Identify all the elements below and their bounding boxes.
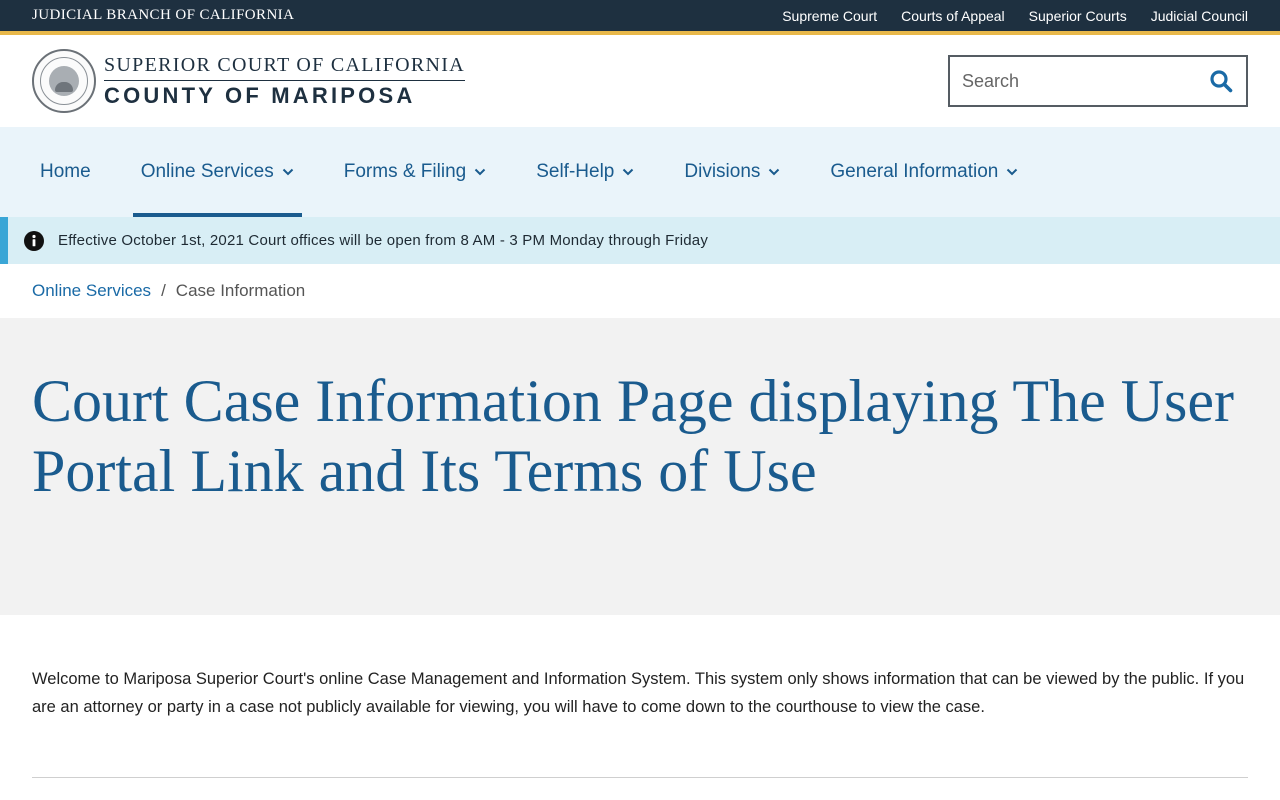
nav-item-divisions[interactable]: Divisions [676,127,788,217]
chevron-down-icon [622,168,634,176]
site-header: SUPERIOR COURT OF CALIFORNIA COUNTY OF M… [0,35,1280,127]
nav-item-label: Forms & Filing [343,161,467,182]
court-logo[interactable]: SUPERIOR COURT OF CALIFORNIA COUNTY OF M… [32,49,465,113]
utility-link-judicial-council[interactable]: Judicial Council [1151,8,1248,24]
search-box [948,55,1248,107]
nav-item-general-information[interactable]: General Information [822,127,1026,217]
utility-links: Supreme Court Courts of Appeal Superior … [782,8,1248,24]
nav-item-label: Self-Help [536,161,615,182]
nav-item-home[interactable]: Home [32,127,99,217]
breadcrumb-separator: / [161,281,166,300]
chevron-down-icon [282,168,294,176]
nav-item-label: Online Services [140,161,274,182]
utility-link-supreme-court[interactable]: Supreme Court [782,8,877,24]
alert-banner: Effective October 1st, 2021 Court office… [0,217,1280,264]
judicial-branch-label: JUDICIAL BRANCH OF CALIFORNIA [32,7,295,23]
nav-item-label: Home [40,161,91,182]
logo-line-county: COUNTY OF MARIPOSA [104,82,416,108]
breadcrumb: Online Services / Case Information [0,264,1280,318]
search-icon [1210,70,1233,93]
chevron-down-icon [768,168,780,176]
chevron-down-icon [474,168,486,176]
nav-item-forms-filing[interactable]: Forms & Filing [336,127,494,217]
utility-link-superior-courts[interactable]: Superior Courts [1029,8,1127,24]
search-input[interactable] [962,70,1182,92]
chevron-down-icon [1006,168,1018,176]
nav-item-label: General Information [830,161,999,182]
breadcrumb-link-online-services[interactable]: Online Services [32,281,151,301]
alert-text: Effective October 1st, 2021 Court office… [58,232,709,249]
intro-paragraph: Welcome to Mariposa Superior Court's onl… [32,670,1245,716]
nav-item-label: Divisions [684,161,761,182]
search-button[interactable] [1206,66,1236,96]
page-content: Welcome to Mariposa Superior Court's onl… [0,615,1280,721]
logo-line-state: SUPERIOR COURT OF CALIFORNIA [104,54,465,81]
main-nav: Home Online Services Forms & Filing Self… [0,127,1280,217]
utility-bar: JUDICIAL BRANCH OF CALIFORNIA Supreme Co… [0,0,1280,35]
utility-link-courts-of-appeal[interactable]: Courts of Appeal [901,8,1005,24]
nav-item-self-help[interactable]: Self-Help [528,127,642,217]
logo-text: SUPERIOR COURT OF CALIFORNIA COUNTY OF M… [104,54,465,109]
page-title: Court Case Information Page displaying T… [32,368,1234,504]
page-hero: Court Case Information Page displaying T… [0,318,1280,615]
content-divider [32,777,1248,778]
info-icon [24,230,44,251]
nav-item-online-services[interactable]: Online Services [132,127,302,217]
breadcrumb-current: Case Information [175,281,306,300]
court-seal-icon [32,49,96,113]
